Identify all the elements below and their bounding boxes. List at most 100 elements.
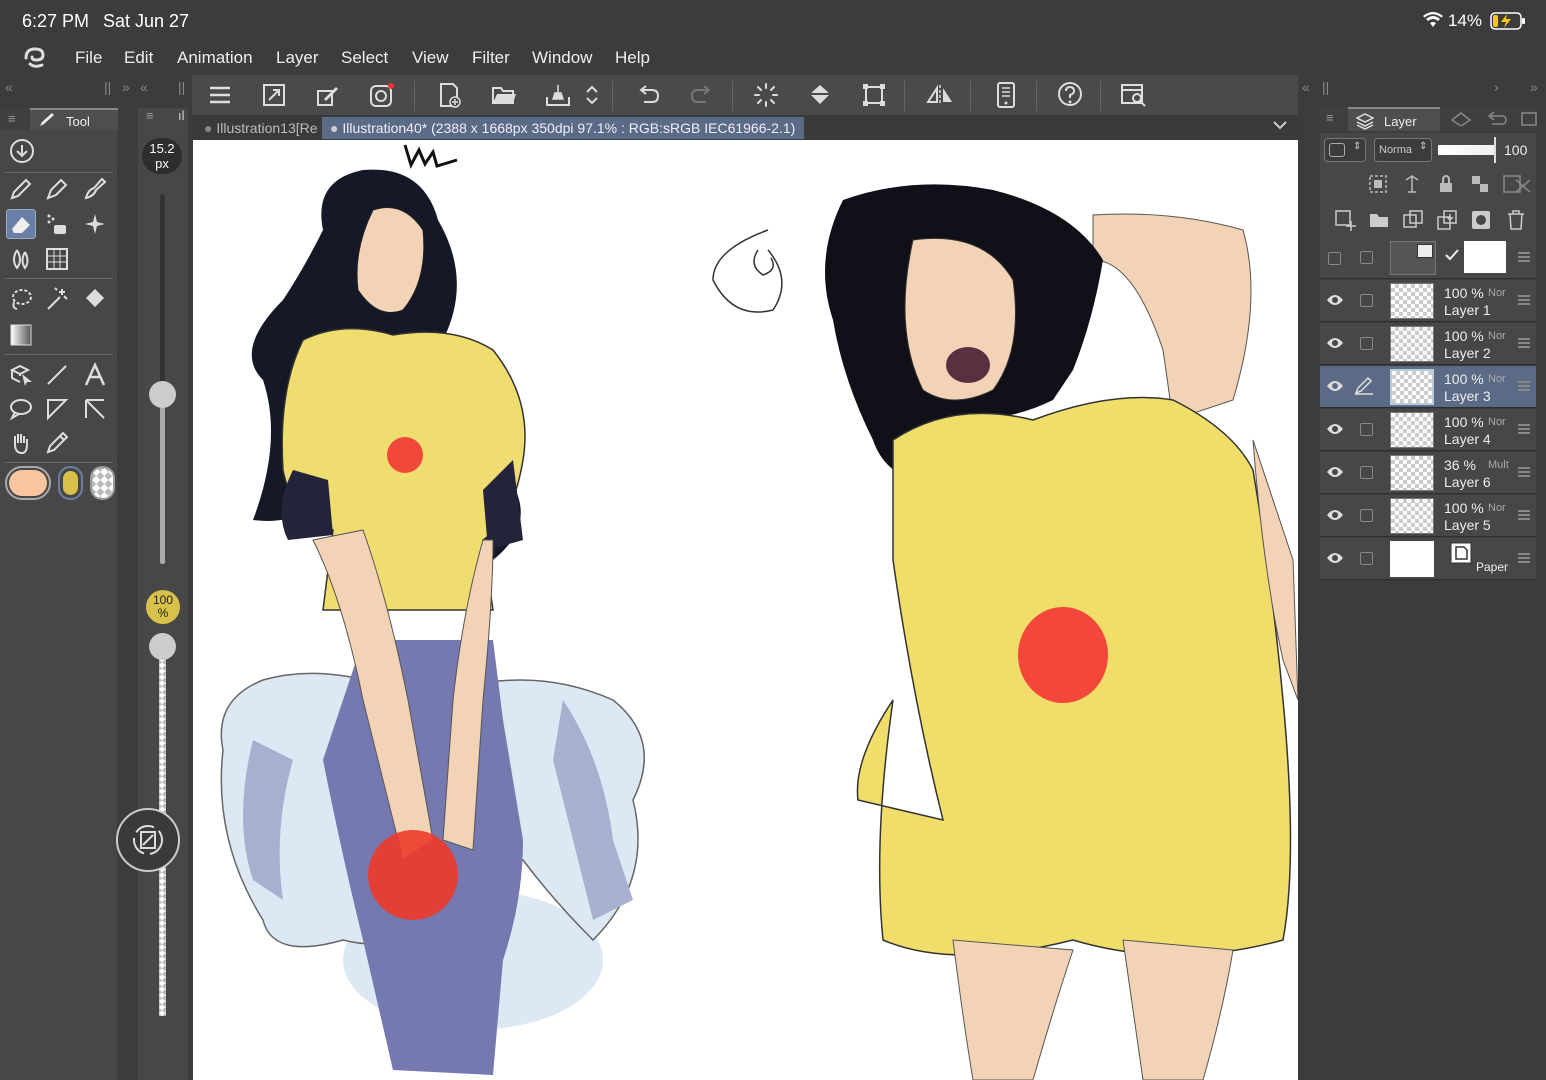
brush-opacity-slider-handle[interactable] [149, 632, 176, 660]
panel-grip-icon[interactable]: || [1322, 79, 1329, 95]
eye-icon[interactable] [1326, 293, 1344, 307]
layer-menu-icon[interactable] [1518, 510, 1530, 520]
panel-menu-icon[interactable]: ≡ [1326, 110, 1334, 125]
mask-toggle-icon[interactable] [1502, 174, 1532, 194]
frame-tool-icon[interactable] [42, 394, 72, 424]
drawing-canvas[interactable] [193, 140, 1298, 1080]
loading-spinner-icon[interactable] [750, 79, 782, 111]
layer-menu-icon[interactable] [1518, 338, 1530, 348]
gradient-tool-icon[interactable] [6, 320, 36, 350]
layer-tab[interactable]: Layer [1348, 107, 1440, 131]
eye-icon[interactable] [1326, 465, 1344, 479]
tab-illustration13[interactable]: ● Illustration13[Re [196, 117, 320, 139]
blend-mode-select[interactable]: Norma ⇕ [1374, 138, 1432, 162]
sparkle-tool-icon[interactable] [80, 209, 110, 239]
magic-wand-tool-icon[interactable] [42, 284, 72, 314]
layer-row-layer1[interactable]: 100 % Nor Layer 1 [1320, 280, 1536, 322]
save-export-icon[interactable] [542, 79, 574, 111]
undo-icon[interactable] [632, 79, 664, 111]
layer-row-color[interactable] [1320, 237, 1536, 279]
transform-icon[interactable] [858, 79, 890, 111]
tab-illustration40[interactable]: ● Illustration40* (2388 x 1668px 350dpi … [322, 117, 804, 139]
menu-view[interactable]: View [412, 48, 449, 68]
layer-color-selector[interactable]: ⇕ [1324, 138, 1366, 162]
fill-tool-icon[interactable] [80, 284, 110, 314]
expand-right-icon[interactable]: » [1530, 79, 1538, 95]
tool-tab[interactable]: Tool [30, 108, 118, 130]
property-tab-icon[interactable] [1520, 110, 1538, 126]
duplicate-layer-icon[interactable] [1402, 209, 1424, 231]
reference-layer-icon[interactable] [1402, 174, 1422, 194]
record-timelapse-icon[interactable] [366, 79, 398, 111]
new-folder-icon[interactable] [1368, 209, 1390, 231]
hamburger-menu-icon[interactable] [204, 79, 236, 111]
eraser-tool-icon[interactable] [6, 209, 36, 239]
layer-row-layer4[interactable]: 100 % Nor Layer 4 [1320, 409, 1536, 451]
edit-checkbox[interactable] [1360, 466, 1373, 479]
lock-transparency-icon[interactable] [1470, 174, 1490, 194]
edit-checkbox[interactable] [1360, 251, 1373, 264]
brush-size-slider-handle[interactable] [149, 380, 176, 408]
expand-icon[interactable]: » [122, 79, 130, 95]
navigator-tab-icon[interactable] [1450, 110, 1472, 126]
brush-size-tab-icon[interactable]: ıl [178, 108, 185, 123]
menu-window[interactable]: Window [532, 48, 592, 68]
collapse-icon[interactable]: « [140, 79, 148, 95]
layer-menu-icon[interactable] [1518, 553, 1530, 563]
chevron-updown-icon[interactable] [582, 79, 602, 111]
operation-tool-icon[interactable] [6, 360, 36, 390]
layer-menu-icon[interactable] [1518, 295, 1530, 305]
eye-icon[interactable] [1326, 551, 1344, 565]
chevron-down-icon[interactable] [1272, 118, 1288, 132]
delete-layer-icon[interactable] [1506, 209, 1526, 231]
airbrush-tool-icon[interactable] [42, 209, 72, 239]
menu-layer[interactable]: Layer [276, 48, 319, 68]
menu-edit[interactable]: Edit [124, 48, 153, 68]
edit-checkbox[interactable] [1360, 423, 1373, 436]
text-tool-icon[interactable] [80, 360, 110, 390]
menu-file[interactable]: File [75, 48, 102, 68]
download-tool-icon[interactable] [7, 136, 37, 166]
layer-row-paper[interactable]: Paper [1320, 538, 1536, 580]
transparent-color-swatch[interactable] [90, 466, 115, 500]
open-folder-icon[interactable] [488, 79, 520, 111]
merge-down-icon[interactable] [1436, 209, 1458, 231]
help-chat-icon[interactable] [1054, 79, 1086, 111]
layer-menu-icon[interactable] [1518, 424, 1530, 434]
history-tab-icon[interactable] [1486, 110, 1508, 126]
pencil-edit-icon[interactable] [1354, 377, 1374, 395]
layer-menu-icon[interactable] [1518, 252, 1530, 262]
layer-opacity-slider[interactable] [1438, 145, 1496, 155]
modifier-key-button[interactable] [116, 808, 180, 872]
edit-checkbox[interactable] [1360, 337, 1373, 350]
eye-icon[interactable] [1326, 379, 1344, 393]
layer-row-layer5[interactable]: 100 % Nor Layer 5 [1320, 495, 1536, 537]
layer-mask-icon[interactable] [1470, 209, 1492, 231]
panel-menu-icon[interactable]: ≡ [8, 111, 16, 126]
panel-menu-icon[interactable]: ≡ [146, 108, 154, 123]
redo-icon[interactable] [686, 79, 718, 111]
resize-icon[interactable] [258, 79, 290, 111]
eyedropper-tool-icon[interactable] [42, 428, 72, 458]
eye-icon[interactable] [1326, 422, 1344, 436]
layer-row-layer3-selected[interactable]: 100 % Nor Layer 3 [1320, 366, 1536, 408]
menu-select[interactable]: Select [341, 48, 388, 68]
eye-icon[interactable] [1326, 336, 1344, 350]
menu-filter[interactable]: Filter [472, 48, 510, 68]
pen-tool-icon[interactable] [6, 174, 36, 204]
collapse-right-icon[interactable]: « [1302, 79, 1310, 95]
visibility-checkbox[interactable] [1328, 252, 1341, 265]
layer-opacity-handle[interactable] [1494, 137, 1496, 163]
balloon-tool-icon[interactable] [6, 394, 36, 424]
pencil-tool-icon[interactable] [42, 174, 72, 204]
collapse-left-icon[interactable]: « [5, 79, 13, 95]
layer-menu-icon[interactable] [1518, 381, 1530, 391]
layer-row-layer6[interactable]: 36 % Mult Layer 6 [1320, 452, 1536, 494]
canvas-search-icon[interactable] [1118, 79, 1150, 111]
edit-checkbox[interactable] [1360, 552, 1373, 565]
new-canvas-icon[interactable] [434, 79, 466, 111]
clip-layer-icon[interactable] [1368, 174, 1388, 194]
lasso-tool-icon[interactable] [6, 284, 36, 314]
sub-color-swatch[interactable] [58, 466, 83, 500]
edit-checkbox[interactable] [1360, 294, 1373, 307]
